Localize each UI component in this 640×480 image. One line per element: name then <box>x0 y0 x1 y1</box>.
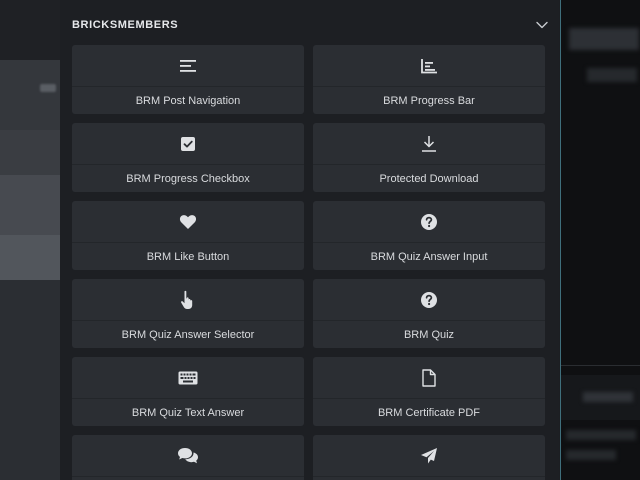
element-label: BRM Like Button <box>146 250 230 263</box>
element-brm-quiz-answer-selector[interactable]: BRM Quiz Answer Selector <box>72 279 304 348</box>
element-brm-quiz[interactable]: BRM Quiz <box>313 279 545 348</box>
element-brm-progress-bar[interactable]: BRM Progress Bar <box>313 45 545 114</box>
question-circle-icon <box>420 213 438 231</box>
element-label: BRM Quiz <box>403 328 455 341</box>
check-square-icon <box>180 136 196 152</box>
background-editor-left <box>0 0 60 480</box>
element-comments[interactable] <box>72 435 304 480</box>
element-label: Protected Download <box>379 172 479 185</box>
element-label: BRM Certificate PDF <box>377 406 481 419</box>
bar-chart-icon <box>420 58 438 74</box>
file-icon <box>422 368 436 387</box>
heart-icon <box>179 214 197 230</box>
element-brm-progress-checkbox[interactable]: BRM Progress Checkbox <box>72 123 304 192</box>
element-label: BRM Progress Bar <box>383 94 475 107</box>
element-brm-post-navigation[interactable]: BRM Post Navigation <box>72 45 304 114</box>
element-protected-download[interactable]: Protected Download <box>313 123 545 192</box>
element-label: BRM Quiz Answer Input <box>370 250 488 263</box>
element-label: BRM Quiz Answer Selector <box>121 328 255 341</box>
keyboard-icon <box>178 371 198 385</box>
paper-plane-icon <box>420 447 438 465</box>
category-header[interactable]: BRICKSMEMBERS <box>72 15 548 35</box>
element-brm-certificate-pdf[interactable]: BRM Certificate PDF <box>313 357 545 426</box>
element-paper-plane[interactable] <box>313 435 545 480</box>
element-label: BRM Progress Checkbox <box>126 172 250 185</box>
background-editor-right <box>560 0 640 480</box>
elements-panel: BRICKSMEMBERS BRM Post Navigation BRM Pr… <box>60 0 559 480</box>
hand-pointer-icon <box>180 290 196 310</box>
element-brm-quiz-answer-input[interactable]: BRM Quiz Answer Input <box>313 201 545 270</box>
align-left-icon <box>179 58 197 74</box>
element-label: BRM Post Navigation <box>135 94 241 107</box>
download-icon <box>420 135 438 153</box>
element-label: BRM Quiz Text Answer <box>131 406 245 419</box>
comments-icon <box>177 447 199 465</box>
chevron-down-icon[interactable] <box>536 19 548 31</box>
element-brm-quiz-text-answer[interactable]: BRM Quiz Text Answer <box>72 357 304 426</box>
element-brm-like-button[interactable]: BRM Like Button <box>72 201 304 270</box>
elements-grid: BRM Post Navigation BRM Progress Bar BRM… <box>72 45 545 480</box>
question-circle-icon <box>420 291 438 309</box>
category-title: BRICKSMEMBERS <box>72 19 179 31</box>
